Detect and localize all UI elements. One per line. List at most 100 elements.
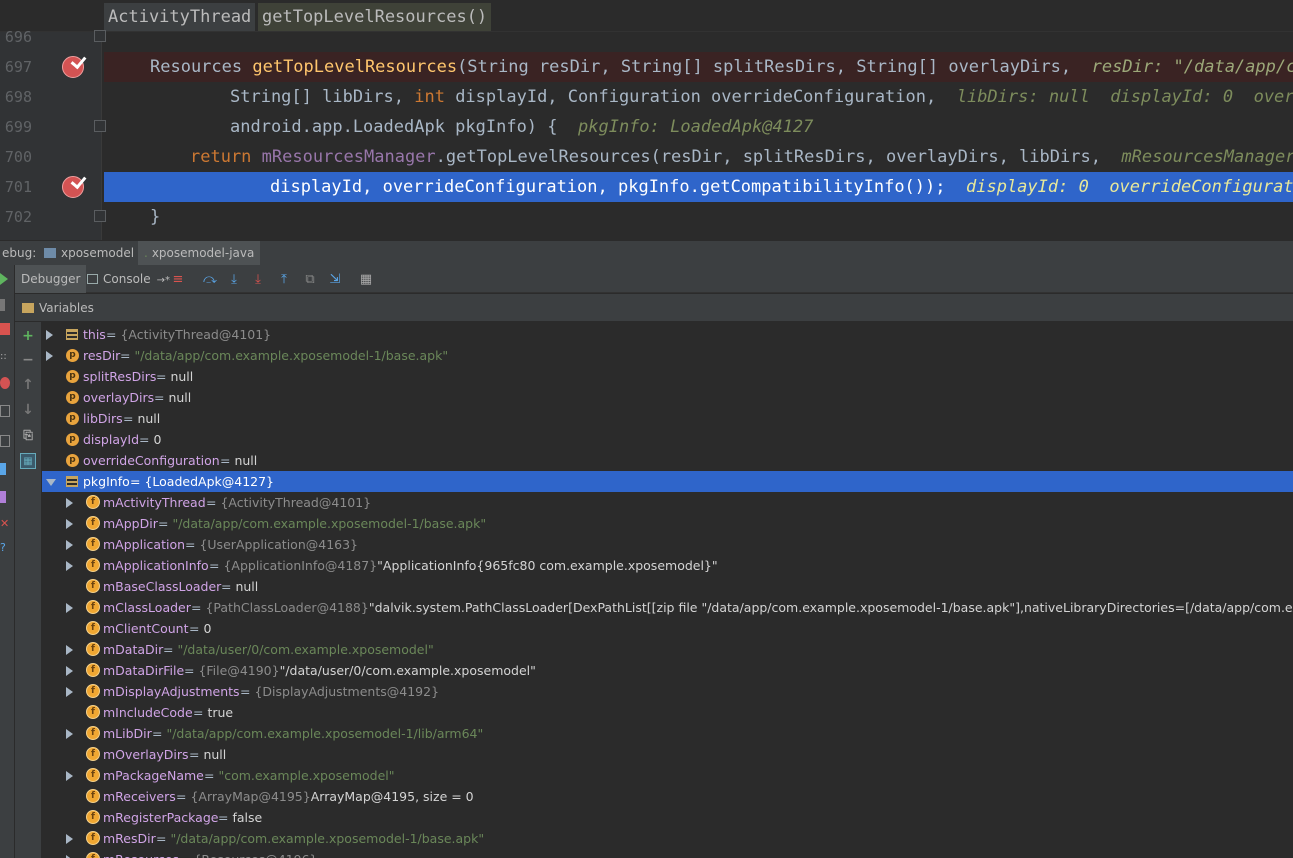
variable-row-mAppDir[interactable]: f mAppDir = "/data/app/com.example.xposem…	[42, 513, 1293, 534]
console-icon	[87, 274, 98, 284]
variable-row-mOverlayDirs[interactable]: f mOverlayDirs = null	[42, 744, 1293, 765]
variable-row-mResources[interactable]: fmResources = {Resources@4196}	[42, 849, 1293, 858]
variable-row-mReceivers[interactable]: f mReceivers = {ArrayMap@4195}ArrayMap@41…	[42, 786, 1293, 807]
step-into-icon[interactable]: ⤓	[225, 270, 243, 288]
variable-row-overrideConfiguration[interactable]: p overrideConfiguration = null	[42, 450, 1293, 471]
stop-icon[interactable]	[0, 323, 10, 335]
layout-icon[interactable]: ▦	[20, 453, 36, 469]
expand-arrow-icon[interactable]	[66, 519, 73, 529]
variables-toolbar: + − ↑ ↓ ⎘ ▦	[15, 322, 42, 858]
expand-arrow-icon[interactable]	[66, 603, 73, 613]
collapse-arrow-icon[interactable]	[46, 479, 56, 486]
expand-arrow-icon[interactable]	[66, 540, 73, 550]
up-icon[interactable]: ↑	[20, 377, 36, 393]
field-icon: f	[86, 579, 100, 593]
breakpoint-icon[interactable]	[62, 176, 84, 198]
settings-icon[interactable]	[0, 463, 6, 475]
field-icon: f	[86, 789, 100, 803]
variable-row-mClientCount[interactable]: f mClientCount = 0	[42, 618, 1293, 639]
field-icon: f	[86, 810, 100, 824]
parameter-icon: p	[66, 391, 79, 404]
close-icon[interactable]: ✕	[0, 517, 10, 530]
variable-row-mDataDirFile[interactable]: f mDataDirFile = {File@4190}"/data/user/0…	[42, 660, 1293, 681]
debug-side-toolbar: :: ✕ ?	[0, 265, 15, 858]
variable-name: mApplicationInfo	[103, 558, 209, 573]
variable-row-mDisplayAdjustments[interactable]: f mDisplayAdjustments = {DisplayAdjustmen…	[42, 681, 1293, 702]
variable-row-splitResDirs[interactable]: p splitResDirs = null	[42, 366, 1293, 387]
editor-gutter[interactable]: 696 697 698 699 700 701 702	[0, 28, 106, 240]
variable-row-mPackageName[interactable]: f mPackageName = "com.example.xposemodel"	[42, 765, 1293, 786]
expand-arrow-icon[interactable]	[66, 645, 73, 655]
variable-row-mDataDir[interactable]: f mDataDir = "/data/user/0/com.example.xp…	[42, 639, 1293, 660]
expand-arrow-icon[interactable]	[46, 330, 53, 340]
code-editor[interactable]: ActivityThread getTopLevelResources() 69…	[0, 0, 1293, 240]
drop-frame-icon[interactable]: ⧉	[301, 270, 319, 288]
tab-console[interactable]: Console →*	[81, 265, 176, 293]
down-icon[interactable]: ↓	[20, 402, 36, 418]
expand-arrow-icon[interactable]	[46, 351, 53, 361]
variable-row-mApplication[interactable]: f mApplication = {UserApplication@4163}	[42, 534, 1293, 555]
expand-arrow-icon[interactable]	[66, 729, 73, 739]
step-out-icon[interactable]: ⤒	[275, 270, 293, 288]
expand-arrow-icon[interactable]	[66, 687, 73, 697]
variable-row-mIncludeCode[interactable]: f mIncludeCode = true	[42, 702, 1293, 723]
restore-layout-icon[interactable]	[0, 435, 10, 447]
variable-value: = "/data/app/com.example.xposemodel-1/ba…	[156, 831, 485, 846]
variable-row-mClassLoader[interactable]: f mClassLoader = {PathClassLoader@4188}"d…	[42, 597, 1293, 618]
line-number: 699	[4, 118, 32, 136]
variable-row-mActivityThread[interactable]: f mActivityThread = {ActivityThread@4101}	[42, 492, 1293, 513]
variable-name: this	[83, 327, 106, 342]
debug-tab-xposemodel[interactable]: xposemodel	[38, 241, 140, 266]
evaluate-icon[interactable]: ▦	[357, 270, 375, 288]
variable-row-libDirs[interactable]: p libDirs = null	[42, 408, 1293, 429]
step-over-icon[interactable]: ⤼	[201, 270, 219, 288]
variable-value: = {ArrayMap@4195}ArrayMap@4195, size = 0	[176, 789, 474, 804]
line-number: 698	[4, 88, 32, 106]
variable-row-mLibDir[interactable]: f mLibDir = "/data/app/com.example.xposem…	[42, 723, 1293, 744]
view-breakpoints-icon[interactable]: ::	[0, 351, 10, 363]
debug-tab-xposemodel-java[interactable]: . xposemodel-java	[138, 241, 261, 266]
variable-row-mResDir[interactable]: f mResDir = "/data/app/com.example.xposem…	[42, 828, 1293, 849]
parameter-icon: p	[66, 349, 79, 362]
show-execution-point-icon[interactable]: ≡	[169, 270, 187, 288]
variable-name: mPackageName	[103, 768, 204, 783]
variable-name: mActivityThread	[103, 495, 206, 510]
mute-breakpoints-icon[interactable]	[0, 377, 10, 389]
object-icon	[66, 476, 78, 487]
variables-title: Variables	[39, 301, 94, 315]
get-thread-dump-icon[interactable]	[0, 405, 10, 417]
pin-icon[interactable]	[0, 491, 6, 503]
variable-name: splitResDirs	[83, 369, 157, 384]
help-icon[interactable]: ?	[0, 541, 10, 554]
variable-name: mIncludeCode	[103, 705, 193, 720]
variable-row-resDir[interactable]: p resDir = "/data/app/com.example.xposemo…	[42, 345, 1293, 366]
tab-debugger[interactable]: Debugger	[15, 265, 87, 293]
variable-value: = "/data/app/com.example.xposemodel-1/li…	[152, 726, 484, 741]
expand-arrow-icon[interactable]	[66, 498, 73, 508]
variable-row-this[interactable]: this = {ActivityThread@4101}	[42, 324, 1293, 345]
force-step-into-icon[interactable]: ⤓	[249, 270, 267, 288]
variable-value: = "com.example.xposemodel"	[204, 768, 395, 783]
remove-watch-icon[interactable]: −	[20, 352, 36, 368]
expand-arrow-icon[interactable]	[66, 834, 73, 844]
variable-row-mApplicationInfo[interactable]: f mApplicationInfo = {ApplicationInfo@418…	[42, 555, 1293, 576]
expand-arrow-icon[interactable]	[66, 561, 73, 571]
variables-tree[interactable]: this = {ActivityThread@4101} p resDir = "/…	[42, 322, 1293, 858]
variable-row-overlayDirs[interactable]: p overlayDirs = null	[42, 387, 1293, 408]
variable-row-pkgInfo[interactable]: pkgInfo = {LoadedApk@4127}	[42, 471, 1293, 492]
variable-value: = {PathClassLoader@4188}"dalvik.system.P…	[191, 600, 1293, 615]
field-icon: f	[86, 558, 100, 572]
run-to-cursor-icon[interactable]: ⇲	[326, 270, 344, 288]
expand-arrow-icon[interactable]	[66, 666, 73, 676]
variable-row-displayId[interactable]: p displayId = 0	[42, 429, 1293, 450]
copy-icon[interactable]: ⎘	[20, 427, 36, 443]
pause-icon[interactable]	[0, 299, 5, 311]
add-watch-icon[interactable]: +	[20, 328, 36, 344]
variable-name: mResources	[103, 849, 179, 858]
variable-row-mRegisterPackage[interactable]: f mRegisterPackage = false	[42, 807, 1293, 828]
expand-arrow-icon[interactable]	[66, 771, 73, 781]
variable-row-mBaseClassLoader[interactable]: f mBaseClassLoader = null	[42, 576, 1293, 597]
breakpoint-icon[interactable]	[62, 56, 84, 78]
object-icon	[66, 329, 78, 340]
resume-icon[interactable]	[0, 273, 8, 285]
